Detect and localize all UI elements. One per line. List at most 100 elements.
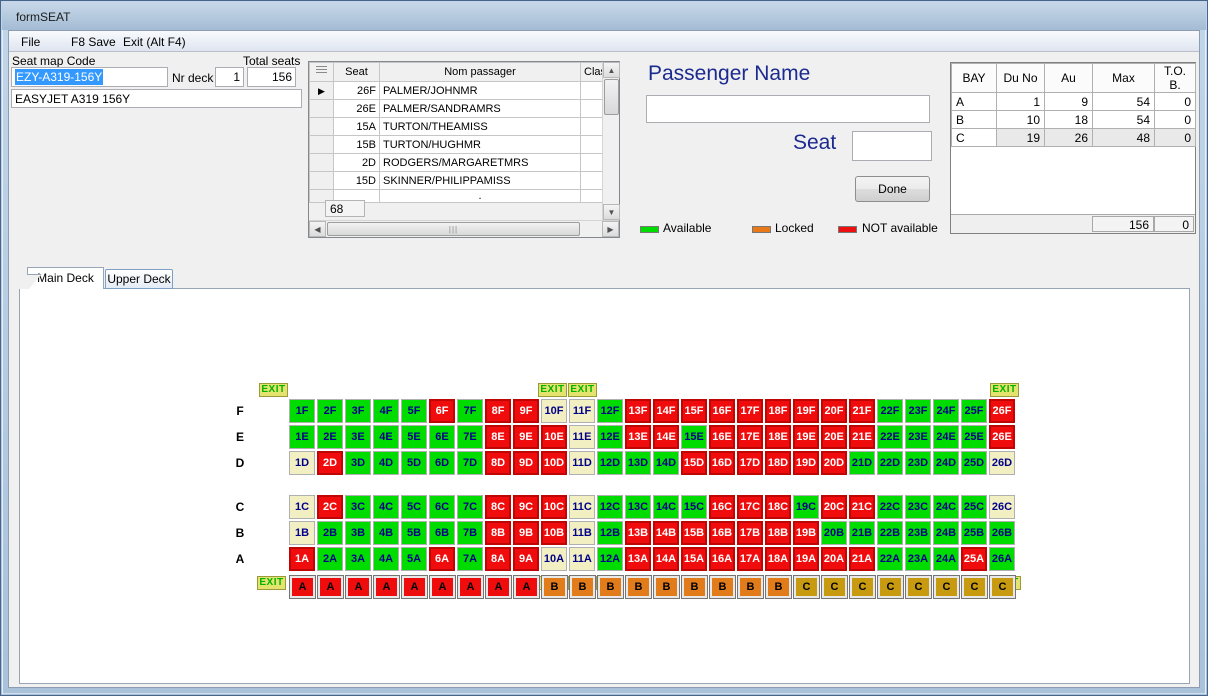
seat-7C[interactable]: 7C (457, 495, 483, 519)
bay-box-A-col3[interactable]: A (345, 575, 372, 599)
seat-3C[interactable]: 3C (345, 495, 371, 519)
passenger-class-cell[interactable] (581, 82, 603, 100)
seat-15D[interactable]: 15D (681, 451, 707, 475)
passenger-row[interactable]: 15ATURTON/THEAMISS (310, 118, 603, 136)
bay-row-A[interactable]: A19540 (952, 93, 1196, 111)
passenger-grid-vscrollbar[interactable]: ▲ ▼ (602, 62, 619, 220)
bay-box-C-col19[interactable]: C (793, 575, 820, 599)
bay-box-B-col16[interactable]: B (709, 575, 736, 599)
seat-10A[interactable]: 10A (541, 547, 567, 571)
seat-13F[interactable]: 13F (625, 399, 651, 423)
seat-6F[interactable]: 6F (429, 399, 455, 423)
row-selector-header[interactable] (310, 63, 334, 82)
row-selector-cell[interactable] (310, 118, 334, 136)
bay-box-A-col2[interactable]: A (317, 575, 344, 599)
seat-12F[interactable]: 12F (597, 399, 623, 423)
scroll-left-icon[interactable]: ◀ (309, 221, 326, 237)
seat-26C[interactable]: 26C (989, 495, 1015, 519)
bay-box-A-col8[interactable]: A (485, 575, 512, 599)
seat-24B[interactable]: 24B (933, 521, 959, 545)
seat-19E[interactable]: 19E (793, 425, 819, 449)
bay-row-B[interactable]: B1018540 (952, 111, 1196, 129)
seat-25E[interactable]: 25E (961, 425, 987, 449)
passenger-seat-cell[interactable]: 15A (334, 118, 380, 136)
title-bar[interactable]: formSEAT (2, 2, 1206, 30)
passenger-seat-cell[interactable]: 2D (334, 154, 380, 172)
seat-13A[interactable]: 13A (625, 547, 651, 571)
bay-box-C-col24[interactable]: C (933, 575, 960, 599)
passenger-row[interactable]: 2DRODGERS/MARGARETMRS (310, 154, 603, 172)
seat-23B[interactable]: 23B (905, 521, 931, 545)
seat-2B[interactable]: 2B (317, 521, 343, 545)
passenger-class-cell[interactable] (581, 118, 603, 136)
seat-16F[interactable]: 16F (709, 399, 735, 423)
seat-24C[interactable]: 24C (933, 495, 959, 519)
seat-6C[interactable]: 6C (429, 495, 455, 519)
col-header-clas[interactable]: Clas (581, 63, 603, 82)
bay-max-cell[interactable]: 54 (1093, 93, 1155, 111)
seat-25D[interactable]: 25D (961, 451, 987, 475)
seat-4A[interactable]: 4A (373, 547, 399, 571)
seat-3B[interactable]: 3B (345, 521, 371, 545)
bay-box-C-col21[interactable]: C (849, 575, 876, 599)
bay-box-A-col1[interactable]: A (289, 575, 316, 599)
seat-14F[interactable]: 14F (653, 399, 679, 423)
scroll-down-icon[interactable]: ▼ (603, 204, 620, 220)
bay-au-cell[interactable]: 18 (1045, 111, 1093, 129)
seat-16C[interactable]: 16C (709, 495, 735, 519)
seat-22E[interactable]: 22E (877, 425, 903, 449)
seat-14C[interactable]: 14C (653, 495, 679, 519)
bay-row-C[interactable]: C1926480 (952, 129, 1196, 147)
passenger-name-input[interactable] (646, 95, 930, 123)
seat-20A[interactable]: 20A (821, 547, 847, 571)
seat-8A[interactable]: 8A (485, 547, 511, 571)
seat-11D[interactable]: 11D (569, 451, 595, 475)
seat-14D[interactable]: 14D (653, 451, 679, 475)
seat-24D[interactable]: 24D (933, 451, 959, 475)
seat-7B[interactable]: 7B (457, 521, 483, 545)
passenger-row[interactable]: ▶26FPALMER/JOHNMR (310, 82, 603, 100)
seat-12D[interactable]: 12D (597, 451, 623, 475)
seat-5F[interactable]: 5F (401, 399, 427, 423)
seat-10F[interactable]: 10F (541, 399, 567, 423)
menu-file[interactable]: File (17, 34, 44, 50)
seat-2E[interactable]: 2E (317, 425, 343, 449)
seat-8E[interactable]: 8E (485, 425, 511, 449)
seat-8B[interactable]: 8B (485, 521, 511, 545)
seat-20B[interactable]: 20B (821, 521, 847, 545)
seat-8C[interactable]: 8C (485, 495, 511, 519)
seat-13C[interactable]: 13C (625, 495, 651, 519)
seat-19D[interactable]: 19D (793, 451, 819, 475)
bay-box-C-col20[interactable]: C (821, 575, 848, 599)
seat-15A[interactable]: 15A (681, 547, 707, 571)
seat-input[interactable] (852, 131, 932, 161)
seat-20E[interactable]: 20E (821, 425, 847, 449)
bay-max-cell[interactable]: 48 (1093, 129, 1155, 147)
seat-5D[interactable]: 5D (401, 451, 427, 475)
seat-12B[interactable]: 12B (597, 521, 623, 545)
seat-17E[interactable]: 17E (737, 425, 763, 449)
seat-23D[interactable]: 23D (905, 451, 931, 475)
seat-6A[interactable]: 6A (429, 547, 455, 571)
bay-au-cell[interactable]: 9 (1045, 93, 1093, 111)
seat-11B[interactable]: 11B (569, 521, 595, 545)
description-input[interactable]: EASYJET A319 156Y (11, 89, 302, 108)
seat-17D[interactable]: 17D (737, 451, 763, 475)
seat-9F[interactable]: 9F (513, 399, 539, 423)
seat-3F[interactable]: 3F (345, 399, 371, 423)
total-seats-input[interactable]: 156 (247, 67, 296, 87)
col-header-nom-passager[interactable]: Nom passager (380, 63, 581, 82)
bay-box-A-col9[interactable]: A (513, 575, 540, 599)
current-row-icon[interactable]: ▶ (310, 82, 334, 100)
bay-box-B-col18[interactable]: B (765, 575, 792, 599)
seat-25A[interactable]: 25A (961, 547, 987, 571)
passenger-grid-hscrollbar[interactable]: ◀ ||| ▶ (309, 220, 619, 237)
col-header-seat[interactable]: Seat (334, 63, 380, 82)
bay-du_no-cell[interactable]: 19 (997, 129, 1045, 147)
seat-17B[interactable]: 17B (737, 521, 763, 545)
seat-20F[interactable]: 20F (821, 399, 847, 423)
menu-f8-save[interactable]: F8 Save (67, 34, 120, 50)
bay-cell[interactable]: A (952, 93, 997, 111)
passenger-class-cell[interactable] (581, 100, 603, 118)
passenger-row[interactable]: 15DSKINNER/PHILIPPAMISS (310, 172, 603, 190)
